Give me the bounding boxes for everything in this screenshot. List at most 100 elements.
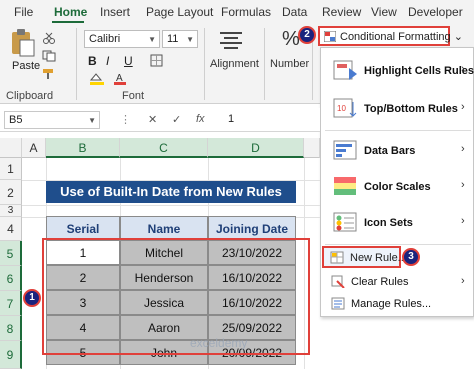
menu-label: Color Scales: [364, 181, 431, 193]
menu-item-clear-rules[interactable]: Clear Rules ›: [321, 271, 474, 293]
tab-data[interactable]: Data: [282, 5, 307, 19]
tab-home[interactable]: Home: [54, 5, 87, 19]
chevron-down-icon: ▼: [148, 35, 156, 44]
more-icon: ⋮: [120, 114, 131, 126]
column-header-d[interactable]: D: [208, 138, 304, 158]
format-painter-icon[interactable]: [42, 68, 56, 80]
tab-formulas[interactable]: Formulas: [221, 5, 271, 19]
enter-icon[interactable]: ✓: [172, 113, 181, 126]
selection-highlight: [42, 238, 310, 355]
font-size-select[interactable]: 11 ▼: [162, 30, 198, 48]
tab-file[interactable]: File: [14, 5, 33, 19]
paste-icon[interactable]: [10, 28, 36, 58]
underline-button[interactable]: U: [124, 54, 133, 68]
paste-button[interactable]: Paste: [12, 60, 40, 72]
step-badge-1: 1: [23, 289, 41, 307]
menu-label: Manage Rules...: [351, 298, 432, 310]
number-button[interactable]: Number: [270, 58, 309, 70]
highlight-cells-icon: [333, 60, 357, 80]
menu-label: Icon Sets: [364, 217, 413, 229]
chevron-right-icon: ›: [461, 215, 465, 227]
border-icon[interactable]: [150, 54, 190, 68]
chevron-right-icon: ›: [461, 143, 465, 155]
header-name[interactable]: Name: [120, 216, 208, 240]
percent-icon[interactable]: %: [282, 28, 300, 51]
font-name-value: Calibri: [89, 33, 121, 45]
font-group-label: Font: [122, 90, 145, 102]
alignment-icon[interactable]: [218, 30, 244, 52]
chevron-right-icon: ›: [461, 101, 465, 113]
italic-button[interactable]: I: [106, 54, 109, 68]
name-box[interactable]: B5 ▼: [4, 111, 100, 129]
row-header-5[interactable]: 5: [0, 241, 22, 266]
conditional-formatting-button[interactable]: Conditional Formatting ⌄: [318, 26, 463, 46]
divider: [76, 28, 77, 100]
row-header-9[interactable]: 9: [0, 341, 22, 369]
data-bars-icon: [333, 140, 357, 160]
chevron-down-icon: ▼: [88, 116, 96, 125]
watermark: exceldemy: [190, 336, 248, 350]
tab-insert[interactable]: Insert: [100, 5, 130, 19]
row-header-7[interactable]: 7: [0, 291, 22, 316]
cut-icon[interactable]: [42, 32, 56, 44]
menu-item-color-scales[interactable]: Color Scales ›: [321, 172, 474, 202]
header-serial[interactable]: Serial: [46, 216, 120, 240]
menu-divider: [325, 130, 471, 131]
chevron-right-icon: ›: [461, 275, 465, 287]
new-rule-icon: [330, 251, 344, 264]
divider: [204, 28, 205, 100]
active-tab-underline: [52, 21, 84, 23]
chevron-down-icon: ⌄: [453, 31, 463, 43]
manage-rules-icon: [331, 297, 345, 310]
menu-label: Clear Rules: [351, 276, 409, 288]
menu-divider: [325, 244, 471, 245]
chevron-right-icon: ›: [461, 179, 465, 191]
chevron-down-icon: ▼: [186, 35, 194, 44]
tab-review[interactable]: Review: [322, 5, 361, 19]
row-header-1[interactable]: 1: [0, 158, 22, 180]
copy-icon[interactable]: [42, 50, 56, 62]
menu-item-icon-sets[interactable]: Icon Sets ›: [321, 208, 474, 238]
column-header-b[interactable]: B: [46, 138, 120, 158]
conditional-formatting-label: Conditional Formatting: [340, 31, 451, 43]
row-header-3[interactable]: 3: [0, 205, 22, 217]
column-header-e[interactable]: [304, 138, 320, 158]
menu-item-top-bottom-rules[interactable]: 10 Top/Bottom Rules ›: [321, 94, 474, 124]
tab-page-layout[interactable]: Page Layout: [146, 5, 213, 19]
icon-sets-icon: [333, 212, 357, 232]
cell-reference: B5: [9, 114, 23, 126]
step-badge-2: 2: [298, 26, 316, 44]
menu-item-new-rule[interactable]: New Rule...: [322, 246, 407, 268]
conditional-formatting-menu: Highlight Cells Rules › 10 Top/Bottom Ru…: [320, 47, 474, 317]
bold-button[interactable]: B: [88, 54, 97, 68]
alignment-button[interactable]: Alignment: [210, 58, 259, 70]
menu-label: Highlight Cells Rules: [364, 65, 474, 77]
row-header-8[interactable]: 8: [0, 316, 22, 341]
select-all-corner[interactable]: [0, 138, 22, 158]
top-bottom-icon: 10: [333, 98, 357, 118]
font-size-value: 11: [167, 33, 179, 45]
formula-input[interactable]: 1: [228, 113, 234, 125]
chevron-right-icon: ›: [461, 63, 465, 75]
tab-view[interactable]: View: [371, 5, 397, 19]
row-header-2[interactable]: 2: [0, 180, 22, 205]
font-name-select[interactable]: Calibri ▼: [84, 30, 160, 48]
menu-item-manage-rules[interactable]: Manage Rules...: [321, 293, 474, 315]
step-badge-3: 3: [402, 248, 420, 266]
column-header-c[interactable]: C: [120, 138, 208, 158]
menu-item-highlight-cells-rules[interactable]: Highlight Cells Rules ›: [321, 56, 474, 86]
menu-item-data-bars[interactable]: Data Bars ›: [321, 136, 474, 166]
tab-developer[interactable]: Developer: [408, 5, 463, 19]
row-header-4[interactable]: 4: [0, 217, 22, 241]
ribbon-tabs: File Home Insert Page Layout Formulas Da…: [0, 0, 474, 24]
svg-text:10: 10: [337, 104, 346, 113]
header-joining-date[interactable]: Joining Date: [208, 216, 296, 240]
menu-label: New Rule...: [350, 252, 407, 264]
grid-line: [22, 205, 320, 206]
cancel-icon[interactable]: ✕: [148, 113, 157, 126]
fx-icon[interactable]: fx: [196, 113, 205, 125]
column-header-a[interactable]: A: [22, 138, 46, 158]
sheet-title[interactable]: Use of Built-In Date from New Rules: [46, 181, 296, 203]
row-header-6[interactable]: 6: [0, 266, 22, 291]
fill-color-icon[interactable]: A: [88, 72, 148, 86]
